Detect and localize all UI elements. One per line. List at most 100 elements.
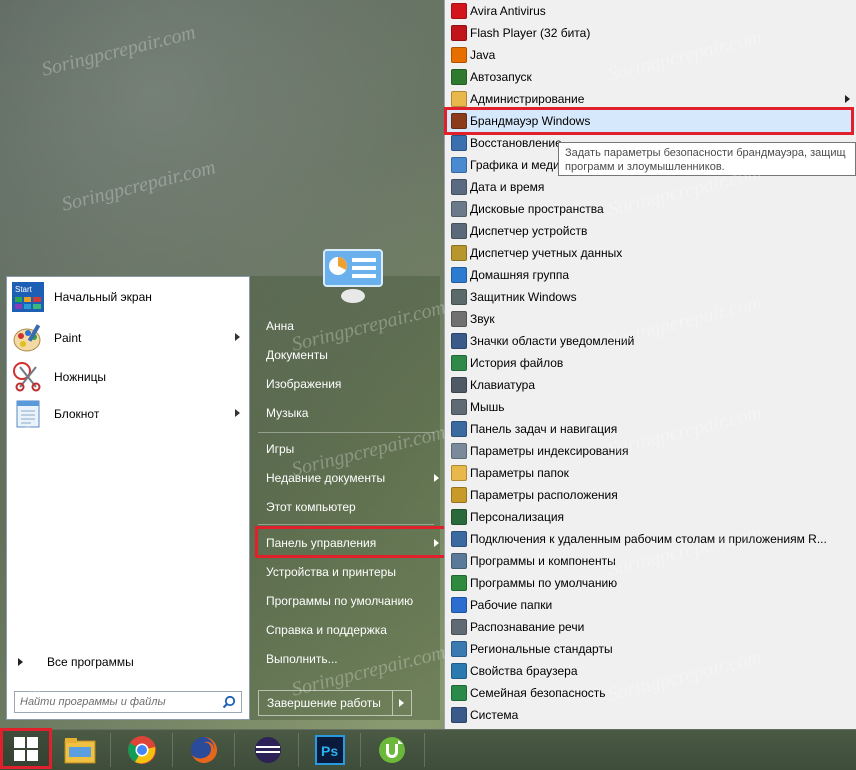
firefox-icon: [191, 737, 217, 763]
computer-link[interactable]: Этот компьютер: [266, 500, 356, 514]
shutdown-button[interactable]: Завершение работы: [259, 691, 392, 715]
submenu-arrow-icon[interactable]: [434, 474, 439, 482]
microphone-icon: [451, 619, 467, 635]
pinned-label: Блокнот: [54, 407, 100, 421]
control-panel-item[interactable]: Параметры индексирования: [445, 440, 855, 462]
documents-link[interactable]: Документы: [266, 348, 328, 362]
control-panel-item[interactable]: Распознавание речи: [445, 616, 855, 638]
control-panel-item[interactable]: Свойства браузера: [445, 660, 855, 682]
chevron-right-icon: [399, 699, 404, 707]
chrome-icon: [128, 736, 156, 764]
submenu-arrow-icon[interactable]: [235, 333, 240, 341]
clock-icon: [451, 179, 467, 195]
control-panel-item-label: Семейная безопасность: [470, 686, 606, 700]
search-input[interactable]: Найти программы и файлы: [14, 691, 242, 713]
pinned-start-screen[interactable]: Start Начальный экран: [12, 279, 242, 315]
java-icon: [451, 47, 467, 63]
tooltip-line: Задать параметры безопасности брандмауэр…: [565, 147, 846, 159]
help-support-link[interactable]: Справка и поддержка: [266, 623, 387, 637]
recent-documents-link[interactable]: Недавние документы: [266, 471, 385, 485]
control-panel-item-label: Flash Player (32 бита): [470, 26, 591, 40]
control-panel-item[interactable]: Рабочие папки: [445, 594, 855, 616]
control-panel-item[interactable]: Защитник Windows: [445, 286, 855, 308]
control-panel-item[interactable]: Значки области уведомлений: [445, 330, 855, 352]
default-programs-link[interactable]: Программы по умолчанию: [266, 594, 413, 608]
tooltip: Задать параметры безопасности брандмауэр…: [558, 142, 856, 176]
control-panel-item[interactable]: Мышь: [445, 396, 855, 418]
control-panel-item[interactable]: Региональные стандарты: [445, 638, 855, 660]
control-panel-item[interactable]: Программы и компоненты: [445, 550, 855, 572]
pinned-notepad[interactable]: Блокнот: [12, 396, 242, 432]
control-panel-item[interactable]: Автозапуск: [445, 66, 855, 88]
control-panel-item-label: Система: [470, 708, 519, 722]
file-explorer-icon: [64, 738, 96, 764]
work-folders-icon: [451, 597, 467, 613]
pinned-label: Ножницы: [54, 370, 107, 384]
control-panel-item[interactable]: Домашняя группа: [445, 264, 855, 286]
run-link[interactable]: Выполнить...: [266, 652, 338, 666]
location-icon: [451, 487, 467, 503]
control-panel-item-label: Параметры папок: [470, 466, 569, 480]
region-icon: [451, 641, 467, 657]
search-icon[interactable]: [222, 695, 236, 709]
scissors-icon: [12, 361, 44, 393]
folder-icon: [451, 91, 467, 107]
control-panel-item-label: Панель задач и навигация: [470, 422, 618, 436]
user-folder-link[interactable]: Анна: [266, 319, 294, 333]
control-panel-item[interactable]: Программы по умолчанию: [445, 572, 855, 594]
all-programs-label: Все программы: [47, 655, 134, 669]
taskbar-separator: [360, 733, 361, 767]
taskbar-utorrent[interactable]: [364, 731, 420, 769]
taskbar-photoshop[interactable]: Ps: [302, 731, 358, 769]
control-panel-item[interactable]: История файлов: [445, 352, 855, 374]
control-panel-item[interactable]: Подключения к удаленным рабочим столам и…: [445, 528, 855, 550]
storage-icon: [451, 201, 467, 217]
notification-icon: [451, 333, 467, 349]
control-panel-item[interactable]: Звук: [445, 308, 855, 330]
control-panel-highlight: [255, 526, 447, 558]
taskbar-chrome[interactable]: [114, 731, 170, 769]
eclipse-icon: [255, 737, 281, 763]
control-panel-item-label: Защитник Windows: [470, 290, 577, 304]
taskbar-separator: [234, 733, 235, 767]
taskbar-eclipse[interactable]: [240, 731, 296, 769]
control-panel-item[interactable]: Flash Player (32 бита): [445, 22, 855, 44]
control-panel-item[interactable]: Параметры расположения: [445, 484, 855, 506]
taskbar-separator: [424, 733, 425, 767]
control-panel-item-label: Дата и время: [470, 180, 545, 194]
menu-separator: [258, 524, 434, 525]
control-panel-item[interactable]: Дисковые пространства: [445, 198, 855, 220]
control-panel-item[interactable]: Система: [445, 704, 855, 726]
firewall-highlight: [444, 107, 854, 135]
credential-icon: [451, 245, 467, 261]
sound-icon: [451, 311, 467, 327]
control-panel-item[interactable]: Диспетчер учетных данных: [445, 242, 855, 264]
paint-icon: [12, 322, 44, 354]
taskbar-firefox[interactable]: [176, 731, 232, 769]
pinned-paint[interactable]: Paint: [12, 320, 242, 356]
control-panel-item[interactable]: Параметры папок: [445, 462, 855, 484]
shutdown-options-button[interactable]: [392, 691, 411, 715]
recovery-icon: [451, 135, 467, 151]
games-link[interactable]: Игры: [266, 442, 294, 456]
control-panel-item[interactable]: Avira Antivirus: [445, 0, 855, 22]
control-panel-item[interactable]: Диспетчер устройств: [445, 220, 855, 242]
devices-printers-link[interactable]: Устройства и принтеры: [266, 565, 396, 579]
control-panel-item[interactable]: Дата и время: [445, 176, 855, 198]
notepad-icon: [12, 398, 44, 430]
control-panel-picture-icon[interactable]: [322, 248, 384, 304]
pictures-link[interactable]: Изображения: [266, 377, 341, 391]
pinned-scissors[interactable]: Ножницы: [12, 359, 242, 395]
control-panel-item[interactable]: Панель задач и навигация: [445, 418, 855, 440]
start-button[interactable]: [0, 728, 52, 769]
control-panel-item[interactable]: Персонализация: [445, 506, 855, 528]
control-panel-item[interactable]: Клавиатура: [445, 374, 855, 396]
search-placeholder: Найти программы и файлы: [20, 696, 166, 708]
control-panel-item-label: Свойства браузера: [470, 664, 578, 678]
taskbar-file-explorer[interactable]: [52, 731, 108, 769]
control-panel-item[interactable]: Семейная безопасность: [445, 682, 855, 704]
music-link[interactable]: Музыка: [266, 406, 308, 420]
control-panel-item[interactable]: Java: [445, 44, 855, 66]
submenu-arrow-icon[interactable]: [235, 409, 240, 417]
all-programs-button[interactable]: Все программы: [12, 655, 134, 669]
